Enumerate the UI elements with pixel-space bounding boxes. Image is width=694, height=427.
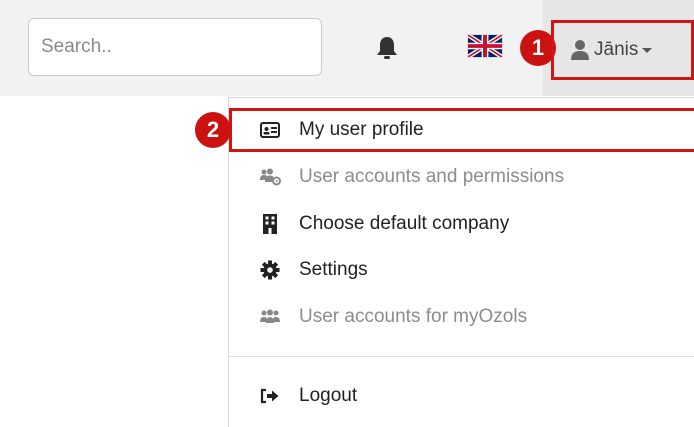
menu-item-choose-default-company[interactable]: Choose default company xyxy=(229,202,694,246)
menu-item-logout[interactable]: Logout xyxy=(229,374,694,418)
menu-item-label: Logout xyxy=(299,385,358,406)
chevron-down-icon xyxy=(642,47,653,53)
menu-item-my-user-profile[interactable]: My user profile xyxy=(229,108,694,152)
search-input[interactable] xyxy=(28,18,322,76)
menu-item-label: User accounts for myOzols xyxy=(299,306,528,327)
user-icon xyxy=(571,40,589,60)
gear-icon xyxy=(259,259,281,281)
menu-divider xyxy=(229,356,694,357)
sign-out-icon xyxy=(259,385,281,407)
menu-item-label: User accounts and permissions xyxy=(299,166,565,187)
user-name: Jānis xyxy=(594,39,639,60)
step-marker-2: 2 xyxy=(195,112,231,148)
menu-item-label: Choose default company xyxy=(299,213,510,234)
user-dropdown-menu: My user profile User accounts and permis… xyxy=(228,97,694,427)
menu-item-user-accounts-myozols[interactable]: User accounts for myOzols xyxy=(229,295,694,339)
users-cog-icon xyxy=(259,166,281,188)
user-menu-button[interactable]: Jānis xyxy=(551,20,694,80)
users-icon xyxy=(259,306,281,328)
id-card-icon xyxy=(259,119,281,141)
menu-item-label: Settings xyxy=(299,259,368,280)
building-icon xyxy=(259,213,281,235)
menu-item-settings[interactable]: Settings xyxy=(229,248,694,292)
menu-item-label: My user profile xyxy=(299,119,424,140)
uk-flag-icon[interactable] xyxy=(467,34,503,58)
menu-item-user-accounts-permissions[interactable]: User accounts and permissions xyxy=(229,155,694,199)
bell-icon[interactable] xyxy=(376,35,398,61)
